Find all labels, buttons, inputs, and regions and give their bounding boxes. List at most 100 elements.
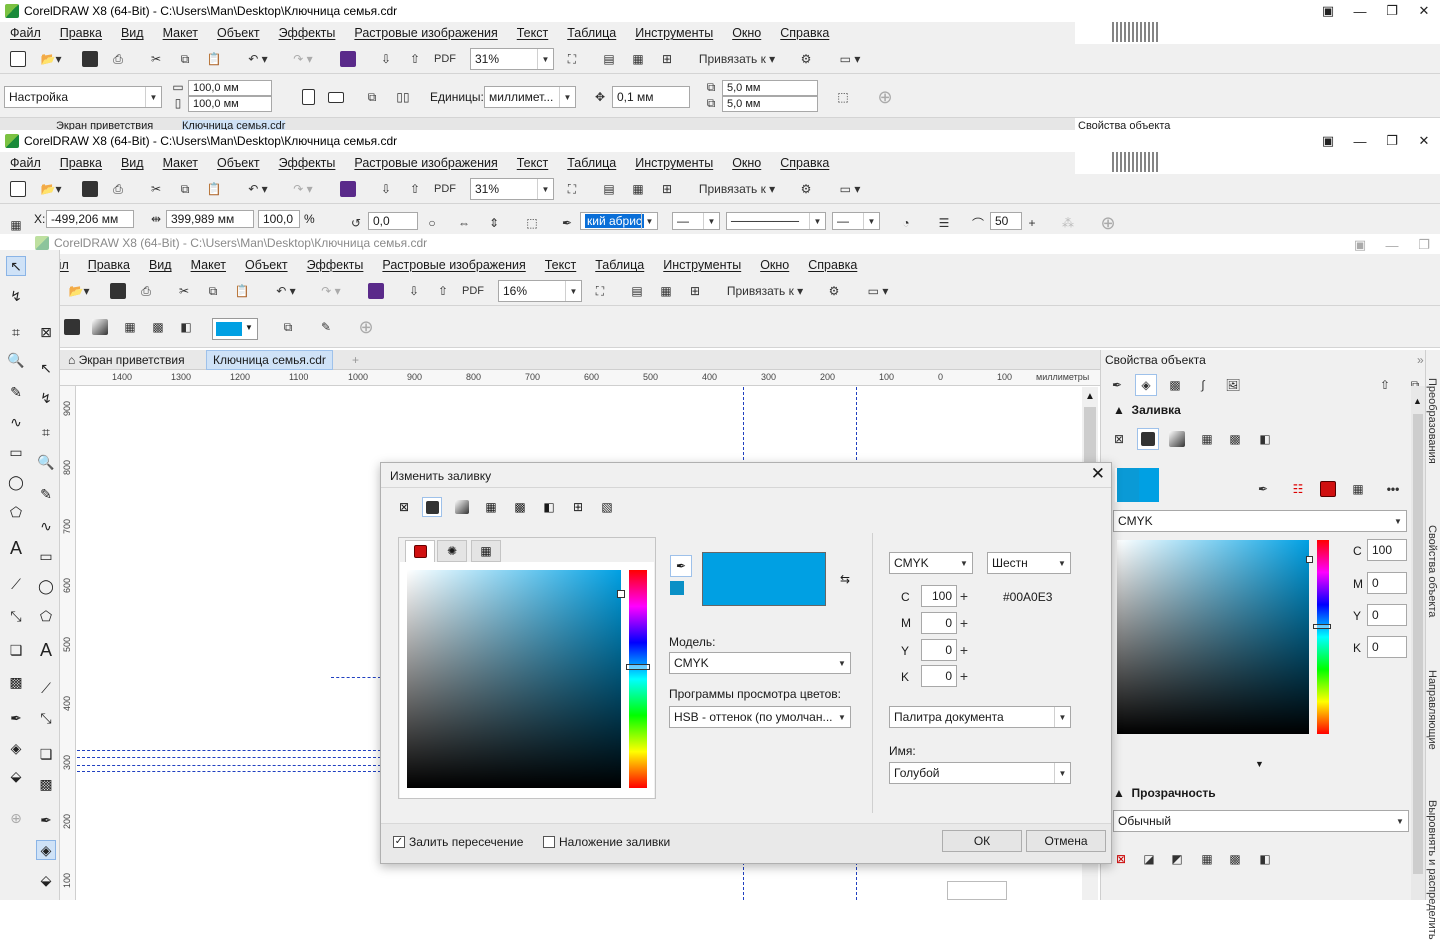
menu-window[interactable]: Окно: [760, 258, 789, 272]
m-field[interactable]: 0: [921, 612, 957, 634]
pdf-icon[interactable]: PDF: [462, 280, 484, 302]
fill-intersect-checkbox[interactable]: ✓: [393, 836, 405, 848]
snap-to-button[interactable]: Привязать к ▾: [692, 178, 782, 200]
hex-value[interactable]: #00A0E3: [1003, 590, 1052, 604]
uniform-fill-icon[interactable]: [422, 497, 442, 517]
user-icon[interactable]: ▣: [1344, 234, 1376, 256]
two-color-pattern-icon[interactable]: ◧: [1255, 428, 1275, 450]
menu-object[interactable]: Объект: [217, 156, 260, 170]
menu-text[interactable]: Текст: [545, 258, 576, 272]
crop-tool-icon[interactable]: ⌗: [6, 322, 26, 342]
zoom-level-combo[interactable]: 31% ▼: [470, 178, 554, 200]
print-icon[interactable]: ⎙: [108, 178, 128, 200]
drop-shadow-icon[interactable]: ❏: [6, 640, 26, 660]
smart-fill-icon[interactable]: ⬙: [36, 870, 56, 890]
color-model-combo[interactable]: CMYK ▼: [889, 552, 973, 574]
color-viewers-tab-icon[interactable]: [405, 540, 435, 562]
add-circle-icon[interactable]: ⊕: [1098, 212, 1118, 234]
save-icon[interactable]: [80, 178, 100, 200]
guideline[interactable]: [77, 757, 381, 758]
user-icon[interactable]: ▣: [1312, 130, 1344, 152]
guides-icon[interactable]: ⊞: [657, 178, 677, 200]
menu-tools[interactable]: Инструменты: [635, 26, 713, 40]
close-curve-icon[interactable]: ◔: [896, 212, 916, 234]
print-icon[interactable]: ⎙: [108, 48, 128, 70]
eyedropper-tool-icon[interactable]: ✒: [6, 708, 26, 728]
expand-chevron-icon[interactable]: ▼: [1255, 759, 1264, 769]
menu-edit[interactable]: Правка: [60, 26, 102, 40]
add-circle-icon[interactable]: ⊕: [356, 316, 376, 338]
scroll-up-icon[interactable]: ▲: [1085, 391, 1095, 402]
rotation-field[interactable]: 0,0: [368, 212, 418, 230]
fill-overlay-checkbox[interactable]: [543, 836, 555, 848]
parallel-dimension-icon[interactable]: ⟋: [36, 678, 56, 698]
menu-table[interactable]: Таблица: [567, 156, 616, 170]
zoom-tool-icon[interactable]: 🔍: [36, 452, 56, 472]
line-style-combo[interactable]: ──────── ▼: [726, 212, 826, 230]
smart-draw-icon[interactable]: ∿: [6, 412, 26, 432]
eyedropper-icon[interactable]: ✒: [1253, 478, 1273, 500]
menu-effects[interactable]: Эффекты: [307, 258, 364, 272]
landscape-icon[interactable]: [326, 86, 346, 108]
menu-tools[interactable]: Инструменты: [635, 156, 713, 170]
menu-file[interactable]: Файл: [10, 156, 41, 170]
wrap-text-icon[interactable]: ☰: [934, 212, 954, 234]
docker-color-picker-handle[interactable]: [1306, 556, 1313, 563]
new-document-icon[interactable]: [8, 48, 28, 70]
menu-bitmaps[interactable]: Растровые изображения: [354, 26, 497, 40]
pen-outline-icon[interactable]: ✒: [558, 212, 576, 234]
two-color-pattern-icon[interactable]: ◧: [176, 316, 196, 338]
add-tab-icon[interactable]: +: [346, 350, 365, 370]
drop-shadow-icon[interactable]: ❏: [36, 744, 56, 764]
close-icon[interactable]: ✕: [1408, 130, 1440, 152]
fountain-fill-icon[interactable]: [90, 316, 110, 338]
crop-tool-icon[interactable]: ⌗: [36, 422, 56, 442]
menu-edit[interactable]: Правка: [60, 156, 102, 170]
open-icon[interactable]: 📂▾: [64, 280, 94, 302]
color-name-combo[interactable]: Голубой ▼: [889, 762, 1071, 784]
menu-window[interactable]: Окно: [732, 156, 761, 170]
smoothing-icon[interactable]: ⌒: [968, 212, 988, 234]
ellipse-tool-icon[interactable]: ◯: [36, 576, 56, 596]
menu-window[interactable]: Окно: [732, 26, 761, 40]
portrait-icon[interactable]: [298, 86, 318, 108]
new-document-icon[interactable]: [8, 178, 28, 200]
rulers-icon[interactable]: ▤: [599, 48, 619, 70]
copy-fill-icon[interactable]: ⧉: [278, 316, 298, 338]
bitmap-pattern-transparency-icon[interactable]: ▩: [1225, 848, 1245, 870]
application-launcher-icon[interactable]: ▭ ▾: [832, 48, 868, 70]
application-launcher-icon[interactable]: ▭ ▾: [832, 178, 868, 200]
polygon-tool-icon[interactable]: ⬠: [6, 502, 26, 522]
pdf-icon[interactable]: PDF: [434, 48, 456, 70]
paste-icon[interactable]: 📋: [232, 280, 252, 302]
import-icon[interactable]: ⇩: [376, 178, 396, 200]
c-field[interactable]: 100: [921, 585, 957, 607]
menu-help[interactable]: Справка: [808, 258, 857, 272]
text-tool-icon[interactable]: A: [6, 538, 26, 558]
menu-layout[interactable]: Макет: [191, 258, 226, 272]
full-screen-icon[interactable]: ⛶: [562, 48, 582, 70]
vector-pattern-icon[interactable]: ▦: [1197, 428, 1217, 450]
position-x-field[interactable]: -499,206 мм: [46, 210, 134, 228]
no-fill-icon[interactable]: ⊠: [1109, 428, 1129, 450]
rulers-icon[interactable]: ▤: [599, 178, 619, 200]
restore-icon[interactable]: ❐: [1376, 0, 1408, 22]
options-gear-icon[interactable]: ⚙: [796, 48, 816, 70]
current-page-icon[interactable]: ▯▯: [392, 86, 414, 108]
menu-table[interactable]: Таблица: [567, 26, 616, 40]
polygon-tool-icon[interactable]: ⬠: [36, 606, 56, 626]
rulers-icon[interactable]: ▤: [627, 280, 647, 302]
grid-icon[interactable]: ▦: [656, 280, 676, 302]
menu-file[interactable]: Файл: [10, 26, 41, 40]
fountain-fill-icon[interactable]: [1167, 428, 1187, 450]
guideline[interactable]: [77, 750, 381, 751]
export-icon[interactable]: ⇧: [433, 280, 453, 302]
minimize-icon[interactable]: —: [1344, 0, 1376, 22]
export-icon[interactable]: ⇧: [405, 178, 425, 200]
grid-icon[interactable]: ▦: [628, 178, 648, 200]
vector-pattern-icon[interactable]: ▦: [120, 316, 140, 338]
color-palettes-icon[interactable]: ▦: [1347, 478, 1369, 500]
ellipse-tool-icon[interactable]: ◯: [6, 472, 26, 492]
pick-tool-icon[interactable]: ↖: [6, 256, 26, 276]
postscript-fill-icon[interactable]: ▧: [597, 497, 617, 517]
